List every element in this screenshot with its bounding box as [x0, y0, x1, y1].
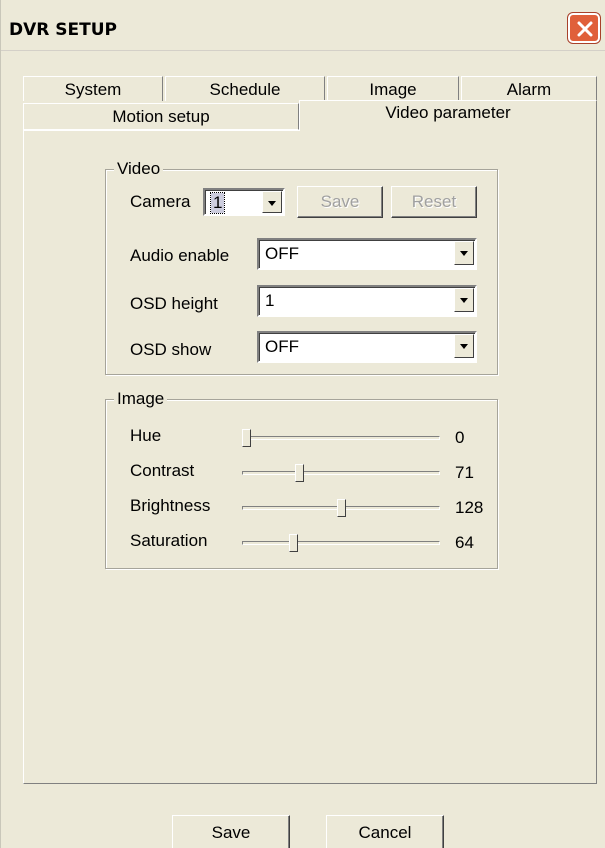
camera-label: Camera: [130, 192, 191, 211]
brightness-slider-thumb[interactable]: [337, 499, 346, 517]
osd-show-dropdown-arrow[interactable]: [454, 334, 474, 358]
tab-schedule-label: Schedule: [209, 80, 281, 99]
camera-dropdown-arrow[interactable]: [262, 191, 282, 213]
chevron-down-icon: [460, 298, 468, 303]
hue-value: 0: [455, 428, 465, 447]
brightness-value: 128: [455, 498, 484, 517]
osd-show-select[interactable]: OFF: [257, 331, 477, 363]
osd-height-select[interactable]: 1: [257, 285, 477, 317]
osd-show-label: OSD show: [130, 340, 212, 359]
contrast-value: 71: [455, 463, 474, 482]
close-icon: [577, 21, 593, 37]
hue-slider-track[interactable]: [242, 436, 440, 440]
saturation-value: 64: [455, 533, 474, 552]
image-group-legend: Image: [114, 389, 168, 409]
audio-enable-value: OFF: [265, 244, 299, 263]
tab-system[interactable]: System: [23, 76, 163, 101]
chevron-down-icon: [460, 251, 468, 256]
save-button[interactable]: Save: [172, 815, 290, 848]
window-title: DVR SETUP: [9, 20, 117, 40]
audio-enable-select[interactable]: OFF: [257, 238, 477, 270]
camera-select-value: 1: [209, 192, 226, 214]
audio-enable-label: Audio enable: [130, 246, 230, 265]
tab-motion-setup-label: Motion setup: [112, 107, 210, 126]
cancel-button-label: Cancel: [358, 823, 412, 842]
tab-system-label: System: [64, 80, 122, 99]
chevron-down-icon: [460, 344, 468, 349]
hue-slider-thumb[interactable]: [242, 429, 251, 447]
tab-motion-setup[interactable]: Motion setup: [23, 103, 299, 130]
osd-height-label: OSD height: [130, 294, 218, 313]
osd-show-value: OFF: [265, 337, 299, 356]
osd-height-value: 1: [265, 291, 275, 310]
tab-video-parameter-label: Video parameter: [385, 103, 511, 122]
saturation-slider-thumb[interactable]: [289, 534, 298, 552]
chevron-down-icon: [268, 201, 276, 206]
video-group-legend: Video: [114, 159, 164, 179]
saturation-label: Saturation: [130, 531, 208, 550]
video-save-button[interactable]: Save: [297, 186, 383, 218]
osd-height-dropdown-arrow[interactable]: [454, 288, 474, 312]
video-save-label: Save: [320, 192, 360, 211]
contrast-slider-track[interactable]: [242, 471, 440, 475]
audio-enable-dropdown-arrow[interactable]: [454, 241, 474, 265]
dvr-setup-window: DVR SETUP System Schedule Image Alarm Mo…: [0, 0, 605, 848]
tab-image[interactable]: Image: [327, 76, 459, 101]
tab-schedule[interactable]: Schedule: [165, 76, 325, 101]
close-button[interactable]: [568, 13, 600, 43]
cancel-button[interactable]: Cancel: [326, 815, 444, 848]
video-reset-label: Reset: [411, 192, 457, 211]
save-button-label: Save: [211, 823, 251, 842]
tab-video-parameter[interactable]: Video parameter: [299, 100, 597, 131]
video-reset-button[interactable]: Reset: [391, 186, 477, 218]
brightness-label: Brightness: [130, 496, 211, 515]
tab-alarm-label: Alarm: [506, 80, 552, 99]
saturation-slider-track[interactable]: [242, 541, 440, 545]
title-bar[interactable]: DVR SETUP: [1, 0, 605, 51]
camera-select[interactable]: 1: [203, 188, 285, 216]
hue-label: Hue: [130, 426, 162, 445]
contrast-label: Contrast: [130, 461, 195, 480]
tab-alarm[interactable]: Alarm: [461, 76, 597, 101]
tab-image-label: Image: [369, 80, 417, 99]
contrast-slider-thumb[interactable]: [295, 464, 304, 482]
